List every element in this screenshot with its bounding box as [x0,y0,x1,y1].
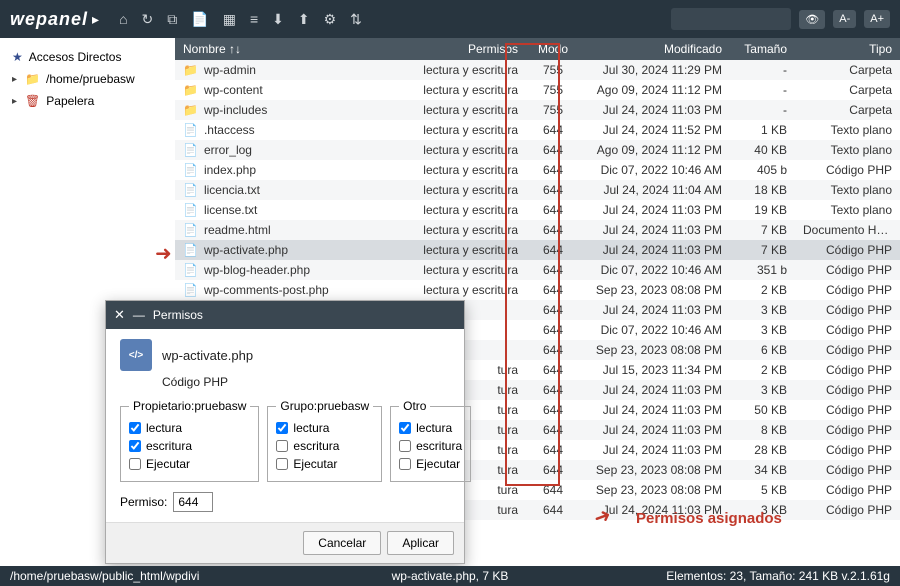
table-row[interactable]: 📁wp-includeslectura y escritura755Jul 24… [175,100,900,120]
text-bigger-button[interactable]: A+ [864,10,890,28]
group-legend: Grupo:pruebasw [276,399,373,413]
cancel-button[interactable]: Cancelar [303,531,381,555]
caret-icon: ▸ [12,96,17,107]
text-smaller-button[interactable]: A- [833,10,856,28]
exec-checkbox[interactable]: Ejecutar [129,455,250,473]
home-icon[interactable]: ⌂ [119,11,127,28]
table-row[interactable]: 📄index.phplectura y escritura644Dic 07, … [175,160,900,180]
search-input[interactable] [671,8,791,30]
filter-icon[interactable]: ⇅ [350,11,362,28]
logo: wepanel [10,9,88,30]
dialog-filename: wp-activate.php [162,348,253,363]
header: wepanel ▸ ⌂ ↻ ⧉ 📄 ▦ ≡ ⬇ ⬆ ⚙ ⇅ 👁 A- A+ [0,0,900,38]
dialog-filetype: Código PHP [162,375,450,389]
read-checkbox[interactable]: lectura [276,419,373,437]
table-row[interactable]: 📄license.txtlectura y escritura644Jul 24… [175,200,900,220]
col-name[interactable]: Nombre ↑↓ [175,42,406,56]
dialog-file-info: </> wp-activate.php [120,339,450,371]
star-icon: ★ [12,50,23,64]
exec-checkbox[interactable]: Ejecutar [399,455,462,473]
table-row[interactable]: 📄.htaccesslectura y escritura644Jul 24, … [175,120,900,140]
file-icon[interactable]: 📄 [191,11,208,28]
perm-label: Permiso: [120,495,167,509]
grid-icon[interactable]: ▦ [223,11,236,28]
write-checkbox[interactable]: escritura [276,437,373,455]
table-row[interactable]: 📄licencia.txtlectura y escritura644Jul 2… [175,180,900,200]
upload-icon[interactable]: ⬆ [298,11,310,28]
new-window-icon[interactable]: ⧉ [167,11,177,28]
perm-group: Propietario:pruebasw lectura escritura E… [120,399,259,482]
read-checkbox[interactable]: lectura [399,419,462,437]
dialog-title: Permisos [153,308,203,322]
table-row[interactable]: 📁wp-contentlectura y escritura755Ago 09,… [175,80,900,100]
col-type[interactable]: Tipo [795,42,900,56]
footer-path: /home/pruebasw/public_html/wpdivi [10,569,199,583]
folder-icon: 📁 [25,72,40,86]
settings-icon[interactable]: ⚙ [324,11,337,28]
col-perm[interactable]: Permisos [406,42,526,56]
read-checkbox[interactable]: lectura [129,419,250,437]
close-icon[interactable]: ✕ [114,307,125,323]
php-icon: </> [120,339,152,371]
toolbar: ⌂ ↻ ⧉ 📄 ▦ ≡ ⬇ ⬆ ⚙ ⇅ [119,11,362,28]
eye-button[interactable]: 👁 [799,10,825,29]
reload-icon[interactable]: ↻ [142,11,154,28]
col-size[interactable]: Tamaño [730,42,795,56]
table-row[interactable]: 📄error_loglectura y escritura644Ago 09, … [175,140,900,160]
perm-group: Otro lectura escritura Ejecutar [390,399,471,482]
minimize-icon[interactable]: — [133,308,145,322]
permission-groups: Propietario:pruebasw lectura escritura E… [120,399,450,482]
column-header: Nombre ↑↓ Permisos Modo Modificado Tamañ… [175,38,900,60]
col-mod[interactable]: Modificado [580,42,730,56]
exec-checkbox[interactable]: Ejecutar [276,455,373,473]
perm-group: Grupo:pruebasw lectura escritura Ejecuta… [267,399,382,482]
permissions-dialog: ✕ — Permisos </> wp-activate.php Código … [105,300,465,564]
sidebar-item-home[interactable]: ▸ 📁 /home/pruebasw [10,68,165,90]
table-row[interactable]: 📁wp-adminlectura y escritura755Jul 30, 2… [175,60,900,80]
write-checkbox[interactable]: escritura [399,437,462,455]
permission-numeric: Permiso: [120,492,450,512]
status-bar: /home/pruebasw/public_html/wpdivi wp-act… [0,566,900,586]
trash-icon: 🗑 [25,94,40,108]
caret-icon: ▸ [12,74,17,85]
sidebar-label: Papelera [46,94,94,108]
header-right: 👁 A- A+ [671,8,890,30]
sidebar-label: /home/pruebasw [46,72,135,86]
logo-arrow-icon: ▸ [92,11,99,28]
table-row[interactable]: 📄wp-blog-header.phplectura y escritura64… [175,260,900,280]
table-row[interactable]: 📄wp-activate.phplectura y escritura644Ju… [175,240,900,260]
download-icon[interactable]: ⬇ [272,11,284,28]
dialog-body: </> wp-activate.php Código PHP Propietar… [106,329,464,522]
list-icon[interactable]: ≡ [250,11,258,28]
sidebar-item-trash[interactable]: ▸ 🗑 Papelera [10,90,165,112]
col-mode[interactable]: Modo [526,42,580,56]
table-row[interactable]: 📄readme.htmllectura y escritura644Jul 24… [175,220,900,240]
sidebar-item-shortcuts[interactable]: ★ Accesos Directos [10,46,165,68]
footer-stats: Elementos: 23, Tamaño: 241 KB v.2.1.61g [666,569,890,583]
apply-button[interactable]: Aplicar [387,531,454,555]
group-legend: Propietario:pruebasw [129,399,250,413]
dialog-buttons: Cancelar Aplicar [106,522,464,563]
table-row[interactable]: 📄wp-comments-post.phplectura y escritura… [175,280,900,300]
perm-value-input[interactable] [173,492,213,512]
write-checkbox[interactable]: escritura [129,437,250,455]
sidebar-label: Accesos Directos [29,50,122,64]
group-legend: Otro [399,399,430,413]
dialog-titlebar[interactable]: ✕ — Permisos [106,301,464,329]
footer-file: wp-activate.php, 7 KB [392,569,509,583]
